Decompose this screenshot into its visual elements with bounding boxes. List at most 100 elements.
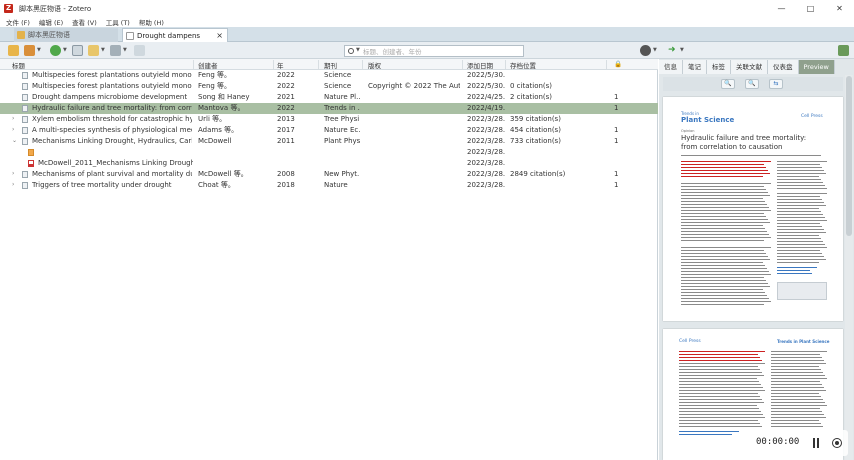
table-row[interactable]: 2022/3/28... (0, 147, 658, 158)
new-collection-icon[interactable] (8, 45, 19, 56)
text-line (681, 295, 767, 296)
menu-edit[interactable]: 编辑 (E) (39, 17, 63, 27)
table-row[interactable]: › Mechanisms of plant survival and mortal… (0, 169, 658, 180)
table-row[interactable]: › Triggers of tree mortality under drough… (0, 180, 658, 191)
new-item-icon[interactable] (50, 45, 61, 56)
tab-related[interactable]: 关联文献 (731, 60, 768, 74)
text-line (681, 219, 768, 220)
expand-toggle-icon[interactable]: › (12, 115, 14, 122)
menu-help[interactable]: 帮助 (H) (139, 17, 164, 27)
text-line (771, 405, 827, 406)
chevron-down-icon[interactable]: ▼ (356, 47, 360, 53)
table-row[interactable]: McDowell_2011_Mechanisms Linking Drought… (0, 158, 658, 169)
menu-file[interactable]: 文件 (F) (6, 17, 30, 27)
column-divider[interactable] (362, 60, 363, 69)
menu-tools[interactable]: 工具 (T) (106, 17, 130, 27)
text-line (679, 366, 758, 367)
preview-scrollbar[interactable] (845, 75, 853, 460)
new-note-icon[interactable] (88, 45, 99, 56)
chevron-down-icon: ▼ (63, 47, 67, 53)
expand-toggle-icon[interactable]: ⌄ (12, 137, 17, 144)
column-publication[interactable]: 期刊 (324, 60, 337, 70)
column-rights[interactable]: 版权 (368, 60, 381, 70)
column-divider[interactable] (193, 60, 194, 69)
library-icon (17, 31, 25, 39)
preview-page-1[interactable]: Trends in Plant Science Cell Press Opini… (663, 97, 843, 321)
column-divider[interactable] (318, 60, 319, 69)
minimize-button[interactable]: — (767, 0, 796, 17)
column-date-added[interactable]: 添加日期 (467, 60, 493, 70)
tab-library-label: 脚本黑匠物语 (28, 31, 70, 39)
column-divider[interactable] (462, 60, 463, 69)
cell-attachment-count: 1 (614, 181, 619, 189)
new-group-icon[interactable] (24, 45, 35, 56)
text-line (771, 366, 819, 367)
table-row[interactable]: ⌄ Mechanisms Linking Drought, Hydraulics,… (0, 136, 658, 147)
text-line (679, 381, 759, 382)
search-input[interactable] (363, 47, 518, 56)
menu-view[interactable]: 查看 (V) (72, 17, 97, 27)
text-line (777, 202, 824, 203)
attachment-icon[interactable] (110, 45, 121, 56)
column-divider[interactable] (505, 60, 506, 69)
column-creator[interactable]: 创建者 (198, 60, 218, 70)
maximize-button[interactable]: □ (796, 0, 825, 17)
column-divider[interactable] (606, 60, 607, 69)
tab-library[interactable]: 脚本黑匠物语 (14, 28, 118, 42)
cell-title: Drought dampens microbiome development (32, 93, 188, 101)
expand-toggle-icon[interactable]: › (12, 181, 14, 188)
table-row[interactable]: Hydraulic failure and tree mortality: fr… (0, 103, 658, 114)
text-line (777, 182, 823, 183)
tab-close-icon[interactable]: × (216, 29, 223, 43)
text-line (777, 214, 823, 215)
column-attachments[interactable]: 🔒 (614, 60, 622, 68)
table-row[interactable]: Multispecies forest plantations outyield… (0, 81, 658, 92)
text-line (681, 274, 771, 275)
tab-dashboard[interactable]: 仪表盘 (768, 60, 799, 74)
tab-preview[interactable]: Preview (798, 60, 835, 74)
text-line (681, 298, 769, 299)
text-line (681, 192, 768, 193)
column-extra[interactable]: 存档位置 (510, 60, 536, 70)
cell-year: 2013 (277, 115, 295, 123)
text-line (777, 229, 824, 230)
preview-scroll-thumb[interactable] (846, 76, 852, 236)
text-line (681, 259, 770, 260)
column-year[interactable]: 年 (277, 60, 284, 70)
cell-date-added: 2022/4/25... (467, 93, 505, 101)
text-line (681, 283, 768, 284)
tab-info[interactable]: 信息 (659, 60, 683, 74)
record-icon[interactable] (832, 438, 842, 448)
cell-extra: 0 citation(s) (510, 82, 553, 90)
expand-toggle-icon[interactable]: › (12, 170, 14, 177)
cell-year: 2018 (277, 181, 295, 189)
cell-attachment-count: 1 (614, 137, 619, 145)
column-divider[interactable] (273, 60, 274, 69)
text-line (777, 247, 827, 248)
search-field[interactable]: ▼ (344, 45, 524, 57)
advanced-search-icon[interactable] (134, 45, 145, 56)
table-row[interactable]: › A multi-species synthesis of physiologi… (0, 125, 658, 136)
zoom-out-icon[interactable]: 🔍 (745, 79, 759, 89)
text-line (681, 170, 768, 171)
sync-status-icon[interactable] (640, 45, 651, 56)
swap-view-icon[interactable]: ⇆ (769, 79, 783, 89)
table-row[interactable]: Drought dampens microbiome development So… (0, 92, 658, 103)
expand-toggle-icon[interactable]: › (12, 126, 14, 133)
text-line (681, 237, 771, 238)
add-by-identifier-icon[interactable] (72, 45, 83, 56)
tab-tags[interactable]: 标签 (707, 60, 731, 74)
sync-icon[interactable] (838, 45, 849, 56)
pause-icon[interactable] (812, 438, 820, 448)
column-title[interactable]: 标题 (12, 60, 25, 70)
cell-publication: Nature (324, 181, 348, 189)
close-button[interactable]: ✕ (825, 0, 854, 17)
text-line (681, 173, 770, 174)
zoom-in-icon[interactable]: 🔍 (721, 79, 735, 89)
text-line (777, 217, 825, 218)
table-row[interactable]: › Xylem embolism threshold for catastroph… (0, 114, 658, 125)
tab-document[interactable]: Drought dampens micro... × (122, 28, 228, 54)
locate-arrow-icon[interactable]: ➜ (668, 45, 679, 56)
table-row[interactable]: Multispecies forest plantations outyield… (0, 70, 658, 81)
tab-notes[interactable]: 笔记 (683, 60, 707, 74)
